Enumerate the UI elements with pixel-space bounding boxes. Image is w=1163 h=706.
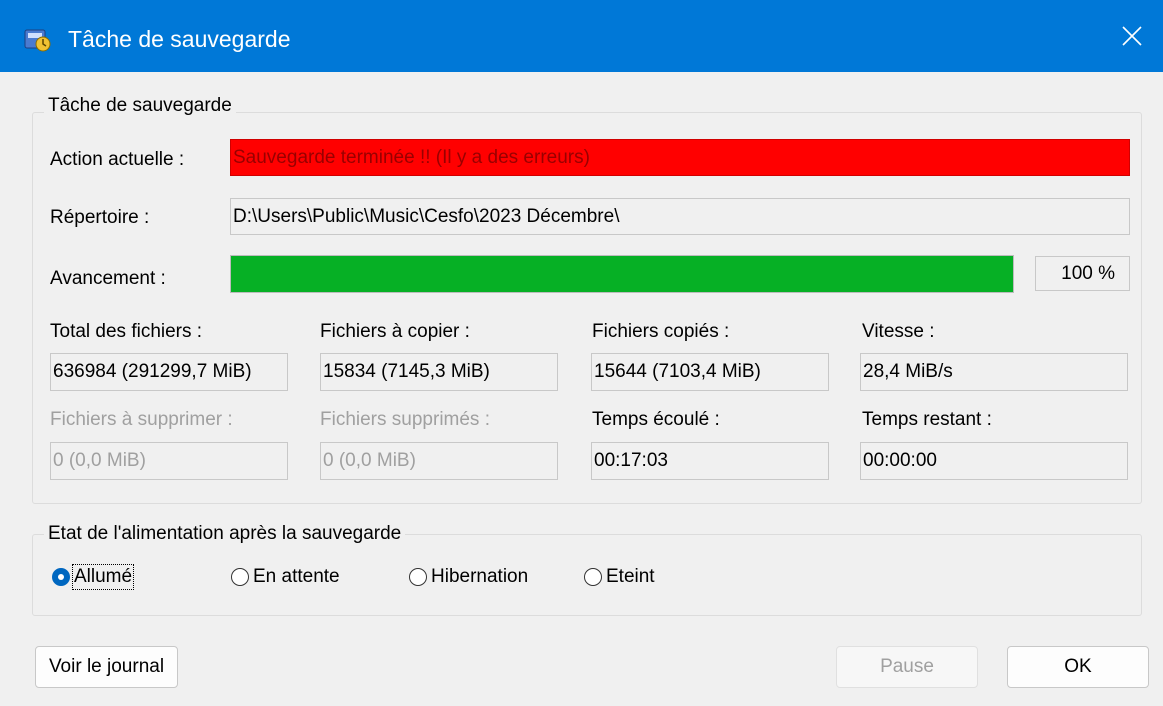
- power-option-hibernate[interactable]: Hibernation: [409, 566, 528, 588]
- files-to-copy-value: 15834 (7145,3 MiB): [320, 353, 558, 391]
- power-option-label: Allumé: [71, 564, 135, 590]
- title-bar: Tâche de sauvegarde: [0, 0, 1163, 72]
- total-files-value: 636984 (291299,7 MiB): [50, 353, 288, 391]
- current-action-label: Action actuelle :: [50, 149, 185, 170]
- progress-label: Avancement :: [50, 268, 166, 289]
- close-icon[interactable]: [1101, 0, 1163, 72]
- power-option-standby[interactable]: En attente: [231, 566, 340, 588]
- files-copied-label: Fichiers copiés :: [592, 321, 730, 342]
- ok-button[interactable]: OK: [1007, 646, 1149, 688]
- power-option-label: En attente: [253, 566, 340, 587]
- directory-label: Répertoire :: [50, 207, 150, 228]
- view-log-button[interactable]: Voir le journal: [35, 646, 178, 688]
- remaining-time-label: Temps restant :: [862, 409, 992, 430]
- task-group-legend: Tâche de sauvegarde: [44, 95, 236, 117]
- backup-app-icon: [22, 24, 52, 54]
- speed-value: 28,4 MiB/s: [860, 353, 1128, 391]
- power-option-off[interactable]: Eteint: [584, 566, 655, 588]
- window-title: Tâche de sauvegarde: [68, 26, 291, 52]
- progress-bar: [230, 255, 1014, 293]
- radio-button-icon[interactable]: [231, 568, 249, 586]
- pause-button[interactable]: Pause: [836, 646, 978, 688]
- power-option-label: Hibernation: [431, 566, 529, 587]
- power-option-on[interactable]: Allumé: [52, 564, 135, 590]
- power-state-legend: Etat de l'alimentation après la sauvegar…: [44, 523, 406, 545]
- radio-button-icon[interactable]: [409, 568, 427, 586]
- files-deleted-label: Fichiers supprimés :: [320, 409, 490, 430]
- speed-label: Vitesse :: [862, 321, 935, 342]
- files-to-delete-label: Fichiers à supprimer :: [50, 409, 233, 430]
- progress-percent: 100 %: [1035, 256, 1130, 291]
- radio-button-icon[interactable]: [52, 568, 70, 586]
- current-action-value: Sauvegarde terminée !! (Il y a des erreu…: [230, 139, 1130, 176]
- directory-value: D:\Users\Public\Music\Cesfo\2023 Décembr…: [230, 198, 1130, 235]
- progress-bar-fill: [231, 256, 1013, 292]
- files-copied-value: 15644 (7103,4 MiB): [591, 353, 829, 391]
- remaining-time-value: 00:00:00: [860, 442, 1128, 480]
- files-to-copy-label: Fichiers à copier :: [320, 321, 470, 342]
- elapsed-time-value: 00:17:03: [591, 442, 829, 480]
- files-to-delete-value: 0 (0,0 MiB): [50, 442, 288, 480]
- power-option-label: Eteint: [606, 566, 655, 587]
- total-files-label: Total des fichiers :: [50, 321, 203, 342]
- elapsed-time-label: Temps écoulé :: [592, 409, 720, 430]
- radio-button-icon[interactable]: [584, 568, 602, 586]
- files-deleted-value: 0 (0,0 MiB): [320, 442, 558, 480]
